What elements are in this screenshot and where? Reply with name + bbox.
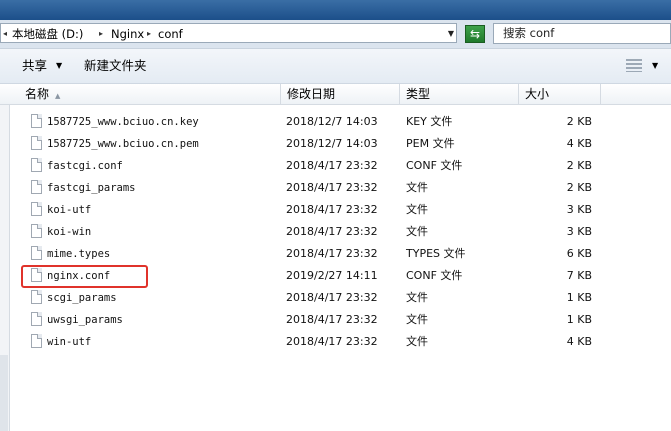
column-header-type[interactable]: 类型 bbox=[400, 84, 519, 104]
file-row[interactable]: fastcgi_params 2018/4/17 23:32 文件 2 KB bbox=[10, 177, 671, 199]
file-icon bbox=[31, 246, 42, 260]
refresh-button[interactable]: ⇆ bbox=[465, 25, 485, 43]
column-header-name[interactable]: 名称 ▲ bbox=[19, 84, 281, 104]
breadcrumb-item-nginx[interactable]: Nginx bbox=[111, 26, 144, 42]
file-size: 3 KB bbox=[566, 203, 592, 216]
file-type: PEM 文件 bbox=[406, 137, 455, 150]
file-icon bbox=[31, 136, 42, 150]
address-history-dropdown-icon[interactable]: ▼ bbox=[445, 27, 457, 41]
breadcrumb-separator-icon[interactable]: ▸ bbox=[147, 26, 151, 42]
sort-ascending-icon: ▲ bbox=[55, 92, 61, 100]
file-type: 文件 bbox=[406, 225, 428, 238]
file-modified: 2018/4/17 23:32 bbox=[286, 159, 378, 172]
file-size: 7 KB bbox=[566, 269, 592, 282]
file-modified: 2018/4/17 23:32 bbox=[286, 203, 378, 216]
file-type: 文件 bbox=[406, 203, 428, 216]
file-row[interactable]: mime.types 2018/4/17 23:32 TYPES 文件 6 KB bbox=[10, 243, 671, 265]
column-header-name-label: 名称 bbox=[25, 87, 50, 101]
file-type: 文件 bbox=[406, 313, 428, 326]
file-icon bbox=[31, 180, 42, 194]
file-type: 文件 bbox=[406, 335, 428, 348]
file-icon bbox=[31, 290, 42, 304]
file-icon bbox=[31, 334, 42, 348]
file-name: uwsgi_params bbox=[47, 314, 123, 326]
file-type: TYPES 文件 bbox=[406, 247, 466, 260]
file-size: 6 KB bbox=[566, 247, 592, 260]
column-header-row: 名称 ▲ 修改日期 类型 大小 bbox=[0, 84, 671, 105]
file-modified: 2018/4/17 23:32 bbox=[286, 291, 378, 304]
file-name: fastcgi.conf bbox=[47, 160, 123, 172]
file-name: 1587725_www.bciuo.cn.key bbox=[47, 116, 199, 128]
column-header-size[interactable]: 大小 bbox=[519, 84, 601, 104]
file-row[interactable]: win-utf 2018/4/17 23:32 文件 4 KB bbox=[10, 331, 671, 353]
file-modified: 2018/4/17 23:32 bbox=[286, 335, 378, 348]
file-icon bbox=[31, 114, 42, 128]
file-icon bbox=[31, 202, 42, 216]
new-folder-button[interactable]: 新建文件夹 bbox=[84, 58, 147, 74]
breadcrumb-separator-icon[interactable]: ▸ bbox=[99, 26, 103, 42]
command-bar: 共享 ▼ 新建文件夹 ▼ bbox=[0, 49, 671, 84]
file-icon bbox=[31, 224, 42, 238]
file-icon bbox=[31, 312, 42, 326]
column-header-type-label: 类型 bbox=[406, 87, 431, 101]
file-type: CONF 文件 bbox=[406, 269, 463, 282]
file-modified: 2019/2/27 14:11 bbox=[286, 269, 378, 282]
file-modified: 2018/12/7 14:03 bbox=[286, 115, 378, 128]
breadcrumb-arrow-icon[interactable]: ◂ bbox=[3, 26, 7, 42]
highlight-box-nginx-conf bbox=[21, 265, 148, 288]
view-options-icon[interactable] bbox=[626, 59, 642, 72]
file-size: 3 KB bbox=[566, 225, 592, 238]
file-row[interactable]: koi-utf 2018/4/17 23:32 文件 3 KB bbox=[10, 199, 671, 221]
file-name: fastcgi_params bbox=[47, 182, 136, 194]
file-row[interactable]: 1587725_www.bciuo.cn.key 2018/12/7 14:03… bbox=[10, 111, 671, 133]
share-dropdown-icon[interactable]: ▼ bbox=[56, 58, 62, 74]
search-input[interactable]: 搜索 conf bbox=[493, 23, 671, 44]
file-row[interactable]: scgi_params 2018/4/17 23:32 文件 1 KB bbox=[10, 287, 671, 309]
file-name: koi-win bbox=[47, 226, 92, 238]
file-size: 4 KB bbox=[566, 335, 592, 348]
file-type: 文件 bbox=[406, 291, 428, 304]
file-modified: 2018/4/17 23:32 bbox=[286, 225, 378, 238]
file-name: win-utf bbox=[47, 336, 92, 348]
view-dropdown-icon[interactable]: ▼ bbox=[652, 58, 658, 74]
file-type: CONF 文件 bbox=[406, 159, 463, 172]
file-size: 1 KB bbox=[566, 313, 592, 326]
share-button[interactable]: 共享 bbox=[22, 58, 47, 74]
file-size: 1 KB bbox=[566, 291, 592, 304]
file-name: mime.types bbox=[47, 248, 111, 260]
file-name: scgi_params bbox=[47, 292, 117, 304]
address-bar[interactable]: ◂ 本地磁盘 (D:) ▸ Nginx ▸ conf ▼ bbox=[0, 23, 457, 43]
refresh-icon: ⇆ bbox=[469, 27, 481, 41]
breadcrumb-item-conf[interactable]: conf bbox=[158, 26, 183, 42]
file-type: 文件 bbox=[406, 181, 428, 194]
file-modified: 2018/12/7 14:03 bbox=[286, 137, 378, 150]
file-row[interactable]: uwsgi_params 2018/4/17 23:32 文件 1 KB bbox=[10, 309, 671, 331]
file-size: 2 KB bbox=[566, 181, 592, 194]
file-size: 2 KB bbox=[566, 159, 592, 172]
file-icon bbox=[31, 158, 42, 172]
file-row[interactable]: 1587725_www.bciuo.cn.pem 2018/12/7 14:03… bbox=[10, 133, 671, 155]
file-row[interactable]: koi-win 2018/4/17 23:32 文件 3 KB bbox=[10, 221, 671, 243]
breadcrumb-item-drive[interactable]: 本地磁盘 (D:) bbox=[12, 26, 83, 42]
file-type: KEY 文件 bbox=[406, 115, 453, 128]
search-placeholder: 搜索 conf bbox=[503, 26, 555, 40]
file-modified: 2018/4/17 23:32 bbox=[286, 313, 378, 326]
file-name: koi-utf bbox=[47, 204, 92, 216]
file-size: 4 KB bbox=[566, 137, 592, 150]
file-modified: 2018/4/17 23:32 bbox=[286, 181, 378, 194]
file-row[interactable]: fastcgi.conf 2018/4/17 23:32 CONF 文件 2 K… bbox=[10, 155, 671, 177]
file-name: 1587725_www.bciuo.cn.pem bbox=[47, 138, 199, 150]
column-header-modified[interactable]: 修改日期 bbox=[281, 84, 400, 104]
navigation-scrollbar[interactable] bbox=[0, 355, 8, 431]
file-size: 2 KB bbox=[566, 115, 592, 128]
file-modified: 2018/4/17 23:32 bbox=[286, 247, 378, 260]
column-header-modified-label: 修改日期 bbox=[287, 87, 336, 101]
window-title-bar bbox=[0, 0, 671, 20]
column-header-size-label: 大小 bbox=[525, 87, 550, 101]
